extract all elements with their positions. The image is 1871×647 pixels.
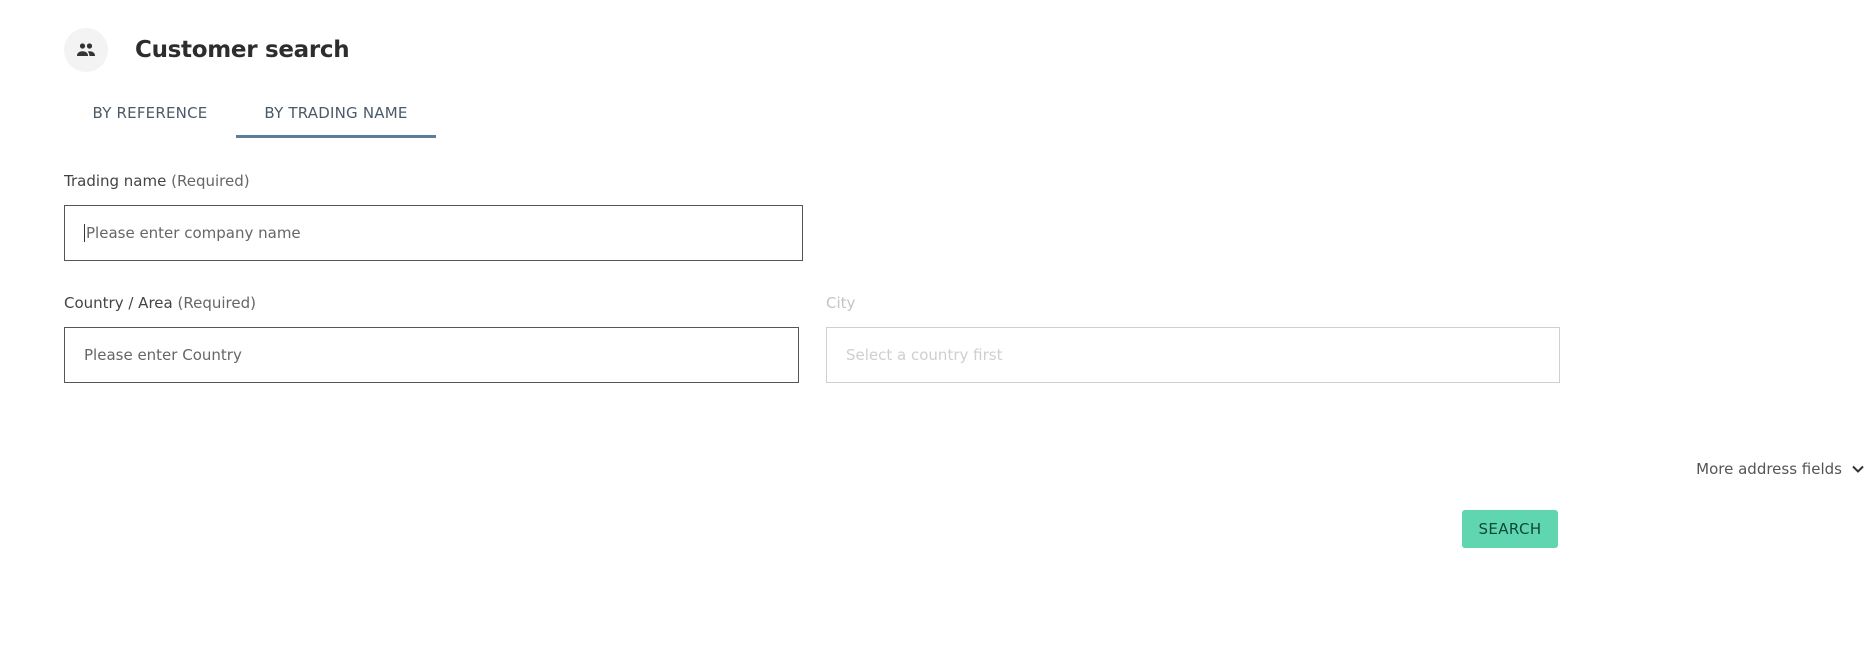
page-header: Customer search: [64, 28, 350, 72]
more-address-fields-label: More address fields: [1696, 460, 1842, 478]
page-title: Customer search: [135, 37, 350, 63]
country-label-text: Country / Area: [64, 294, 173, 312]
more-address-fields-toggle[interactable]: More address fields: [1696, 460, 1871, 478]
country-required: (Required): [177, 294, 256, 312]
trading-name-required: (Required): [171, 172, 250, 190]
people-icon-glyph: [77, 43, 95, 56]
country-label: Country / Area (Required): [64, 294, 256, 312]
trading-name-label-text: Trading name: [64, 172, 167, 190]
customer-search-page: Customer search BY REFERENCE BY TRADING …: [0, 0, 1871, 647]
trading-name-label: Trading name (Required): [64, 172, 250, 190]
search-tabs: BY REFERENCE BY TRADING NAME: [64, 88, 436, 138]
search-button[interactable]: SEARCH: [1462, 510, 1558, 548]
text-cursor: [84, 224, 85, 242]
tab-by-trading-name[interactable]: BY TRADING NAME: [236, 88, 436, 138]
people-icon: [64, 28, 108, 72]
country-input[interactable]: Please enter Country: [64, 327, 799, 383]
chevron-down-icon: [1852, 465, 1864, 473]
trading-name-input[interactable]: Please enter company name: [64, 205, 803, 261]
city-placeholder: Select a country first: [846, 346, 1003, 364]
tab-by-reference[interactable]: BY REFERENCE: [64, 88, 236, 138]
city-label: City: [826, 294, 856, 312]
city-input[interactable]: Select a country first: [826, 327, 1560, 383]
country-placeholder: Please enter Country: [84, 346, 242, 364]
trading-name-placeholder: Please enter company name: [86, 224, 301, 242]
